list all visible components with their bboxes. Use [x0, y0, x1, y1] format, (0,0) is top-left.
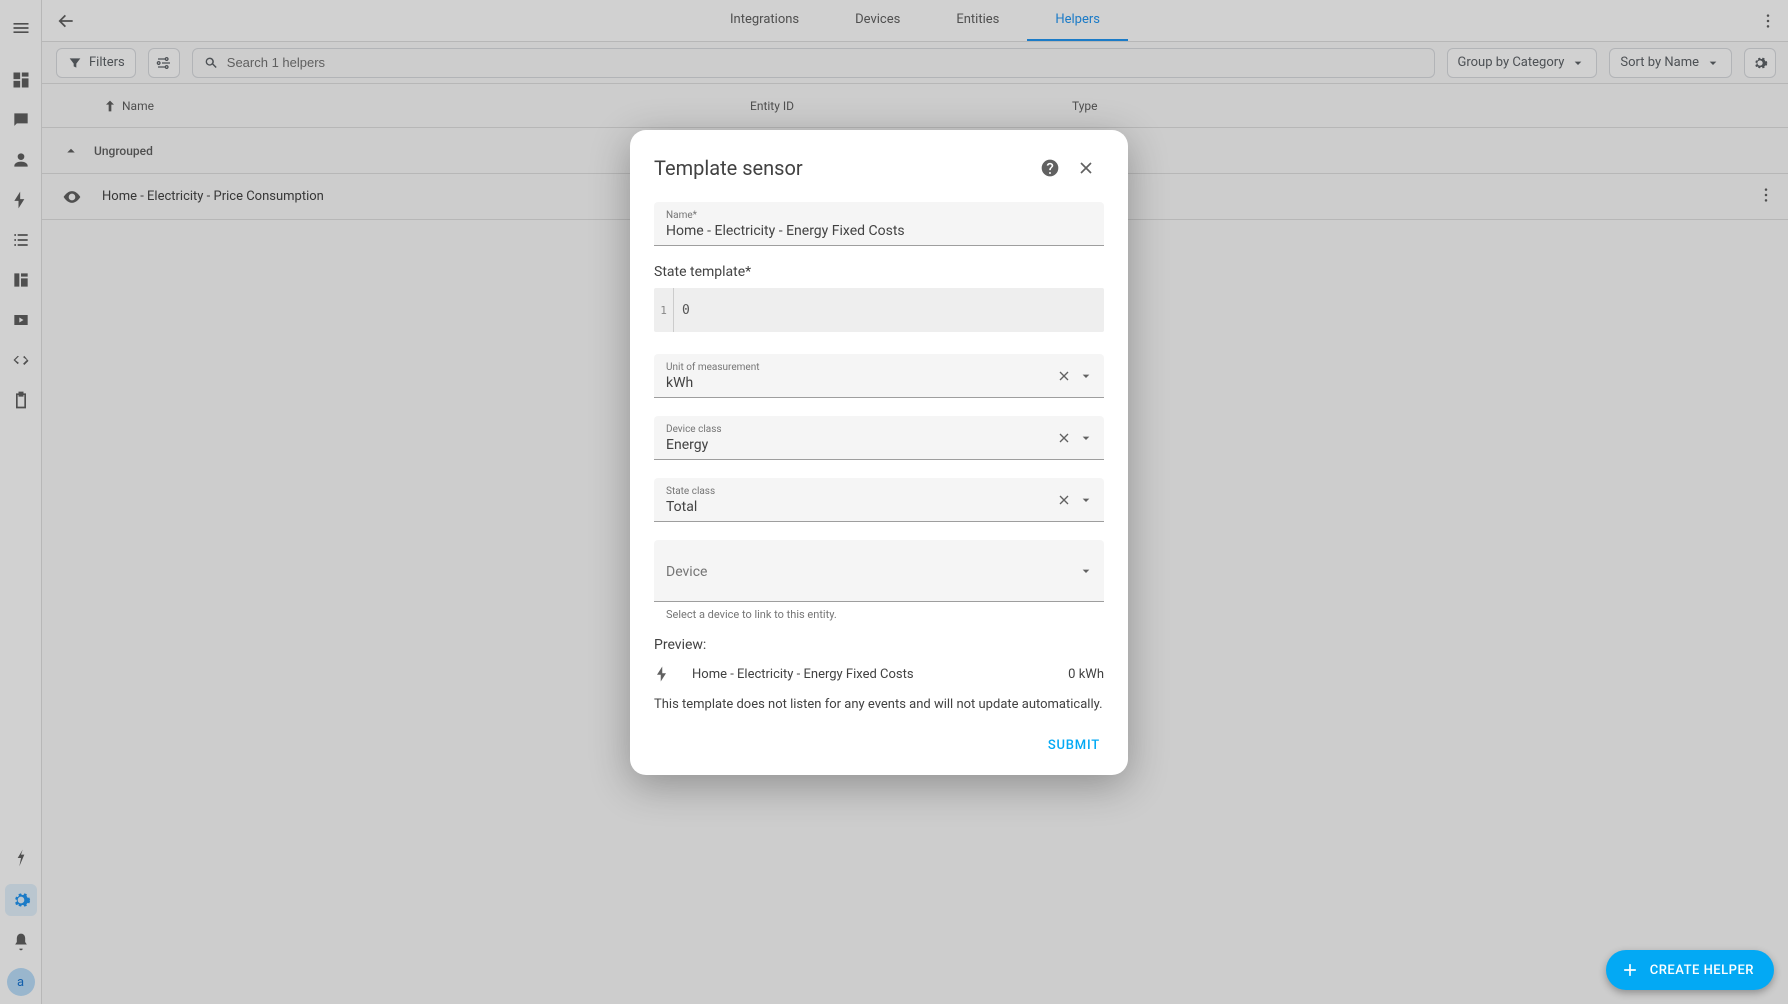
name-field[interactable]: Name* Home - Electricity - Energy Fixed …	[654, 202, 1104, 246]
preview-value: 0 kWh	[1068, 667, 1104, 682]
chevron-down-icon[interactable]	[1078, 563, 1094, 579]
device-class-value: Energy	[666, 437, 1092, 453]
unit-label: Unit of measurement	[666, 362, 1092, 373]
submit-button[interactable]: SUBMIT	[1044, 730, 1104, 761]
name-value: Home - Electricity - Energy Fixed Costs	[666, 223, 1092, 239]
create-helper-button[interactable]: CREATE HELPER	[1606, 950, 1774, 990]
state-template-editor[interactable]: 1 0	[654, 288, 1104, 332]
clear-icon[interactable]	[1056, 430, 1072, 446]
device-class-label: Device class	[666, 424, 1092, 435]
device-placeholder: Device	[666, 564, 707, 580]
line-number: 1	[654, 288, 674, 332]
state-class-field[interactable]: State class Total	[654, 478, 1104, 522]
plus-icon	[1620, 960, 1640, 980]
device-field[interactable]: Device	[654, 540, 1104, 602]
state-template-label: State template*	[654, 264, 1104, 280]
preview-note: This template does not listen for any ev…	[654, 697, 1104, 712]
name-label: Name*	[666, 210, 1092, 221]
chevron-down-icon[interactable]	[1078, 368, 1094, 384]
close-button[interactable]	[1068, 150, 1104, 186]
unit-field[interactable]: Unit of measurement kWh	[654, 354, 1104, 398]
state-template-value: 0	[674, 288, 698, 332]
dialog-title: Template sensor	[654, 156, 1032, 180]
fab-label: CREATE HELPER	[1650, 963, 1754, 978]
unit-value: kWh	[666, 375, 1092, 391]
state-class-label: State class	[666, 486, 1092, 497]
preview-label: Preview:	[654, 637, 1104, 653]
template-sensor-dialog: Template sensor Name* Home - Electricity…	[630, 130, 1128, 775]
chevron-down-icon[interactable]	[1078, 430, 1094, 446]
device-helper-text: Select a device to link to this entity.	[666, 608, 1104, 621]
clear-icon[interactable]	[1056, 492, 1072, 508]
preview-name: Home - Electricity - Energy Fixed Costs	[692, 667, 914, 682]
preview-row: Home - Electricity - Energy Fixed Costs …	[654, 665, 1104, 683]
device-class-field[interactable]: Device class Energy	[654, 416, 1104, 460]
chevron-down-icon[interactable]	[1078, 492, 1094, 508]
energy-icon	[654, 665, 672, 683]
help-button[interactable]	[1032, 150, 1068, 186]
state-class-value: Total	[666, 499, 1092, 515]
clear-icon[interactable]	[1056, 368, 1072, 384]
